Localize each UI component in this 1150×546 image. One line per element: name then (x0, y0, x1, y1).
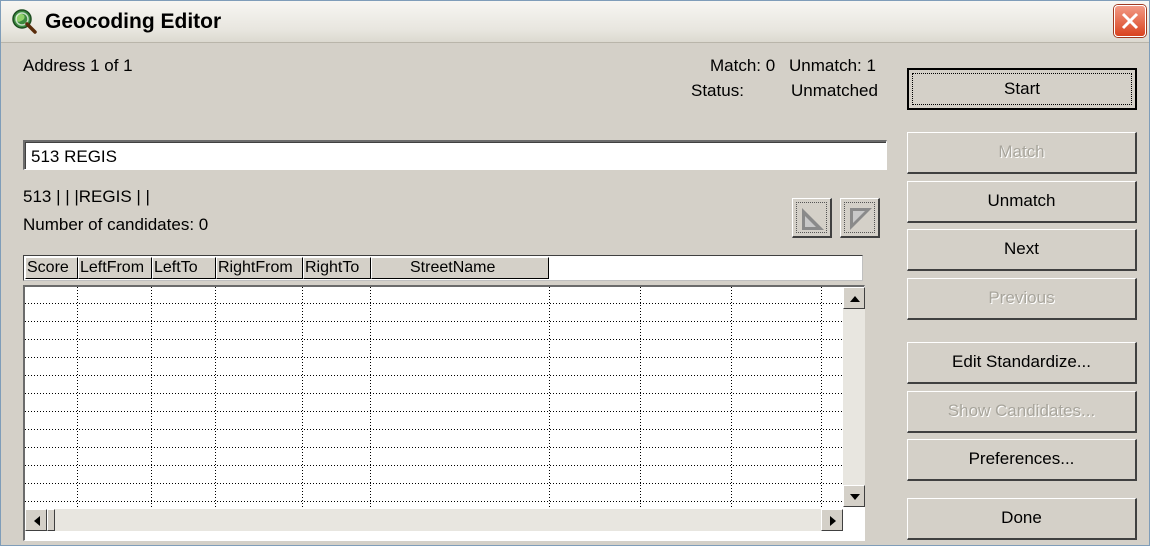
candidates-grid[interactable] (23, 285, 865, 541)
triangle-top-right-icon (850, 208, 872, 230)
column-header-score[interactable]: Score (25, 257, 78, 279)
address-counter: Address 1 of 1 (23, 56, 133, 75)
unmatch-count: Unmatch: 1 (789, 56, 876, 75)
show-candidates-button-label: Show Candidates... (947, 401, 1096, 420)
start-button[interactable]: Start (907, 68, 1137, 110)
vertical-scrollbar[interactable] (843, 287, 865, 507)
window-title: Geocoding Editor (45, 10, 222, 33)
scroll-left-button[interactable] (25, 509, 47, 531)
next-button-label: Next (1004, 239, 1039, 258)
expand-view-button[interactable] (840, 198, 880, 238)
column-header-leftfrom[interactable]: LeftFrom (78, 257, 152, 279)
column-header-streetname[interactable]: StreetName (371, 257, 549, 279)
close-icon (1121, 12, 1139, 30)
arrow-up-icon (850, 296, 860, 302)
scroll-right-button[interactable] (821, 509, 843, 531)
edit-standardize-button-label: Edit Standardize... (952, 352, 1091, 371)
unmatch-button[interactable]: Unmatch (907, 181, 1137, 223)
status-value: Unmatched (791, 81, 878, 100)
column-header-rightto[interactable]: RightTo (303, 257, 371, 279)
previous-button-label: Previous (988, 288, 1055, 307)
standardized-address: 513 | | |REGIS | | (23, 187, 150, 206)
address-input[interactable]: 513 REGIS (23, 140, 887, 170)
match-button-label: Match (998, 142, 1045, 161)
edit-standardize-button[interactable]: Edit Standardize... (907, 342, 1137, 384)
geocoding-editor-window: Geocoding Editor Address 1 of 1 Match: 0… (0, 0, 1150, 546)
title-bar[interactable]: Geocoding Editor (1, 1, 1149, 43)
scroll-up-button[interactable] (843, 287, 865, 309)
next-button[interactable]: Next (907, 229, 1137, 271)
close-button[interactable] (1114, 5, 1146, 37)
scroll-down-button[interactable] (843, 485, 865, 507)
arrow-left-icon (34, 516, 40, 526)
preferences-button[interactable]: Preferences... (907, 439, 1137, 481)
previous-button[interactable]: Previous (907, 278, 1137, 320)
grid-lines (25, 287, 843, 511)
arrow-right-icon (830, 516, 836, 526)
candidates-count: Number of candidates: 0 (23, 215, 209, 234)
address-input-value: 513 REGIS (31, 147, 117, 166)
column-header-rightfrom[interactable]: RightFrom (216, 257, 303, 279)
triangle-bottom-left-icon (802, 208, 824, 230)
show-candidates-button[interactable]: Show Candidates... (907, 391, 1137, 433)
done-button[interactable]: Done (907, 498, 1137, 540)
done-button-label: Done (1001, 508, 1042, 527)
column-header-leftto[interactable]: LeftTo (152, 257, 216, 279)
match-button[interactable]: Match (907, 132, 1137, 174)
status-label: Status: (691, 81, 744, 100)
horizontal-scroll-thumb[interactable] (47, 509, 55, 531)
geocoding-globe-icon (11, 8, 37, 34)
match-count: Match: 0 (710, 56, 776, 75)
arrow-down-icon (850, 494, 860, 500)
horizontal-scrollbar[interactable] (25, 509, 843, 531)
candidates-header: Score LeftFrom LeftTo RightFrom RightTo … (23, 255, 863, 281)
shrink-view-button[interactable] (792, 198, 832, 238)
preferences-button-label: Preferences... (968, 449, 1075, 468)
unmatch-button-label: Unmatch (987, 191, 1056, 210)
